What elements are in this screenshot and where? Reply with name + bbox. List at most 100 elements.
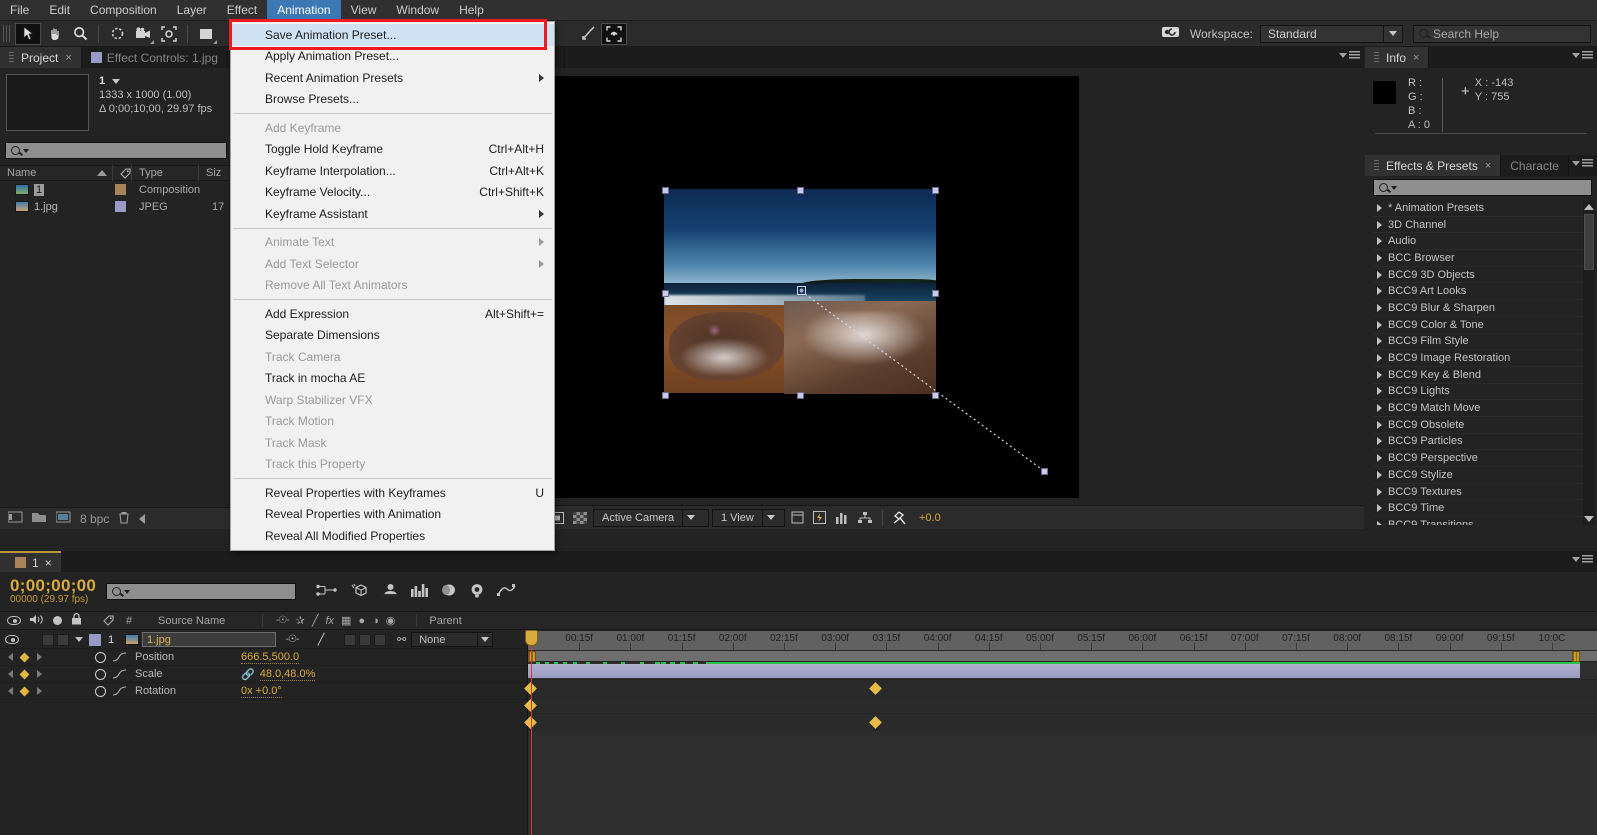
keyframe-marker[interactable] bbox=[869, 682, 882, 695]
prev-keyframe-icon[interactable] bbox=[8, 670, 14, 678]
effects-category-item[interactable]: * Animation Presets bbox=[1373, 200, 1583, 217]
chevron-right-icon[interactable] bbox=[1377, 270, 1382, 279]
workspace-chevron-down-icon[interactable] bbox=[1383, 25, 1402, 42]
tab-project[interactable]: Project × bbox=[0, 47, 82, 68]
scroll-down-icon[interactable] bbox=[1583, 512, 1595, 525]
effects-category-item[interactable]: BCC9 Obsolete bbox=[1373, 417, 1583, 434]
position-value[interactable]: 666.5,500.0 bbox=[241, 651, 300, 664]
new-folder-icon[interactable] bbox=[32, 511, 47, 526]
effects-category-item[interactable]: BCC9 Transitions bbox=[1373, 517, 1583, 525]
project-row-label-swatch[interactable] bbox=[115, 201, 126, 212]
hide-shy-layers-icon[interactable] bbox=[382, 583, 399, 600]
scale-link-icon[interactable]: 🔗 bbox=[241, 668, 260, 681]
effects-category-item[interactable]: BCC9 Blur & Sharpen bbox=[1373, 300, 1583, 317]
chevron-right-icon[interactable] bbox=[1377, 320, 1382, 329]
menu-item-toggle-hold-keyframe[interactable]: Toggle Hold Keyframe Ctrl+Alt+H bbox=[231, 139, 554, 161]
rotation-keyframe-nav[interactable] bbox=[0, 686, 46, 696]
menu-edit[interactable]: Edit bbox=[39, 0, 80, 21]
effects-category-list[interactable]: * Animation Presets 3D Channel Audio BCC Br… bbox=[1373, 200, 1583, 525]
menu-item-keyframe-assistant[interactable]: Keyframe Assistant bbox=[231, 203, 554, 225]
new-footage-icon[interactable] bbox=[7, 511, 23, 526]
workspace-select[interactable]: Standard bbox=[1260, 24, 1403, 43]
chevron-right-icon[interactable] bbox=[1377, 337, 1382, 346]
scale-stopwatch-icon[interactable] bbox=[91, 668, 109, 680]
chevron-right-icon[interactable] bbox=[1377, 370, 1382, 379]
brainstorm-icon[interactable] bbox=[469, 583, 485, 601]
next-keyframe-icon[interactable] bbox=[36, 653, 42, 661]
layer-lock-toggle[interactable] bbox=[57, 633, 69, 646]
prev-keyframe-icon[interactable] bbox=[8, 653, 14, 661]
chevron-right-icon[interactable] bbox=[1377, 220, 1382, 229]
selection-handle-tc[interactable] bbox=[797, 186, 804, 194]
chevron-right-icon[interactable] bbox=[1377, 287, 1382, 296]
keyframe-marker[interactable] bbox=[869, 716, 882, 729]
selection-tool[interactable] bbox=[15, 22, 41, 45]
views-select[interactable]: 1 View bbox=[712, 508, 785, 527]
animation-dropdown-menu[interactable]: Save Animation Preset... Apply Animation … bbox=[230, 21, 555, 551]
comp-flowchart-icon[interactable] bbox=[855, 509, 875, 527]
audio-icon[interactable] bbox=[30, 614, 44, 628]
current-time-indicator[interactable] bbox=[525, 630, 538, 835]
exposure-reset-icon[interactable] bbox=[890, 509, 911, 527]
fast-previews-icon[interactable] bbox=[810, 509, 829, 527]
tab-timeline-comp[interactable]: 1 × bbox=[0, 551, 61, 572]
col-type[interactable]: Type bbox=[132, 165, 199, 181]
zoom-tool[interactable] bbox=[67, 23, 93, 45]
effects-panel-menu-icon[interactable] bbox=[1572, 159, 1593, 168]
transparency-grid-icon[interactable] bbox=[570, 509, 590, 527]
composition-panel-menu-icon[interactable] bbox=[1339, 51, 1360, 60]
menu-item-reveal-properties-with-keyframes[interactable]: Reveal Properties with Keyframes U bbox=[231, 482, 554, 504]
tab-info-close-icon[interactable]: × bbox=[1413, 52, 1419, 64]
menu-item-reveal-properties-with-animation[interactable]: Reveal Properties with Animation bbox=[231, 504, 554, 526]
menu-item-keyframe-interpolation[interactable]: Keyframe Interpolation... Ctrl+Alt+K bbox=[231, 160, 554, 182]
video-visibility-icon[interactable] bbox=[7, 616, 21, 625]
effects-category-item[interactable]: BCC9 Film Style bbox=[1373, 334, 1583, 351]
selection-handle-br[interactable] bbox=[932, 391, 939, 399]
layer-switch-c[interactable] bbox=[374, 633, 386, 646]
menu-file[interactable]: File bbox=[0, 0, 39, 21]
menu-view[interactable]: View bbox=[341, 0, 387, 21]
new-composition-icon[interactable] bbox=[55, 511, 71, 526]
effects-category-item[interactable]: BCC9 Perspective bbox=[1373, 450, 1583, 467]
chevron-right-icon[interactable] bbox=[1377, 237, 1382, 246]
keyframe-toggle-icon[interactable] bbox=[20, 686, 30, 696]
effects-category-item[interactable]: BCC9 Match Move bbox=[1373, 400, 1583, 417]
effects-category-item[interactable]: BCC9 Particles bbox=[1373, 434, 1583, 451]
layer-visibility-toggle[interactable] bbox=[0, 635, 24, 644]
timeline-search-input[interactable] bbox=[106, 583, 297, 600]
search-help-input[interactable]: Search Help bbox=[1413, 24, 1591, 43]
effects-scroll-thumb[interactable] bbox=[1584, 214, 1594, 270]
menu-item-track-in-mocha-ae[interactable]: Track in mocha AE bbox=[231, 368, 554, 390]
pan-behind-tool[interactable] bbox=[156, 23, 182, 45]
project-item-chevron-down-icon[interactable] bbox=[112, 79, 121, 84]
position-keyframe-track[interactable] bbox=[524, 680, 1597, 697]
tab-character[interactable]: Characte bbox=[1501, 155, 1569, 176]
work-area-start-handle[interactable] bbox=[528, 651, 536, 662]
menu-item-browse-presets[interactable]: Browse Presets... bbox=[231, 89, 554, 111]
menu-item-save-animation-preset[interactable]: Save Animation Preset... bbox=[231, 24, 554, 46]
layer-pan-behind-switch[interactable]: -☉- bbox=[276, 634, 308, 645]
chevron-right-icon[interactable] bbox=[1377, 404, 1382, 413]
chevron-right-icon[interactable] bbox=[1377, 253, 1382, 262]
col-name[interactable]: Name bbox=[0, 165, 113, 181]
layer-label-swatch[interactable] bbox=[89, 633, 101, 646]
pixel-aspect-correction-icon[interactable] bbox=[788, 509, 807, 527]
motion-path-keyframe-handle[interactable] bbox=[1041, 467, 1048, 475]
chevron-right-icon[interactable] bbox=[1377, 420, 1382, 429]
composition-canvas[interactable] bbox=[518, 75, 1079, 498]
layer-source-name[interactable]: 1.jpg bbox=[142, 632, 276, 647]
layer-quality-switch[interactable]: ╱ bbox=[308, 633, 334, 646]
rotation-graph-icon[interactable] bbox=[109, 686, 129, 696]
menu-help[interactable]: Help bbox=[449, 0, 494, 21]
effects-category-item[interactable]: BCC9 Color & Tone bbox=[1373, 317, 1583, 334]
collapse-left-icon[interactable] bbox=[139, 513, 146, 524]
timeline-layer-row[interactable]: 1 1.jpg -☉- ╱ ⚯ None bbox=[0, 631, 527, 649]
graph-editor-icon[interactable] bbox=[497, 583, 516, 600]
motion-blur-icon[interactable] bbox=[441, 583, 457, 600]
layer-parent-select[interactable]: None bbox=[411, 632, 494, 647]
toolbar-grip[interactable] bbox=[3, 25, 12, 42]
tab-timeline-close-icon[interactable]: × bbox=[45, 556, 52, 570]
position-graph-icon[interactable] bbox=[109, 652, 129, 662]
position-stopwatch-icon[interactable] bbox=[91, 651, 109, 663]
bit-depth-label[interactable]: 8 bpc bbox=[80, 512, 109, 526]
